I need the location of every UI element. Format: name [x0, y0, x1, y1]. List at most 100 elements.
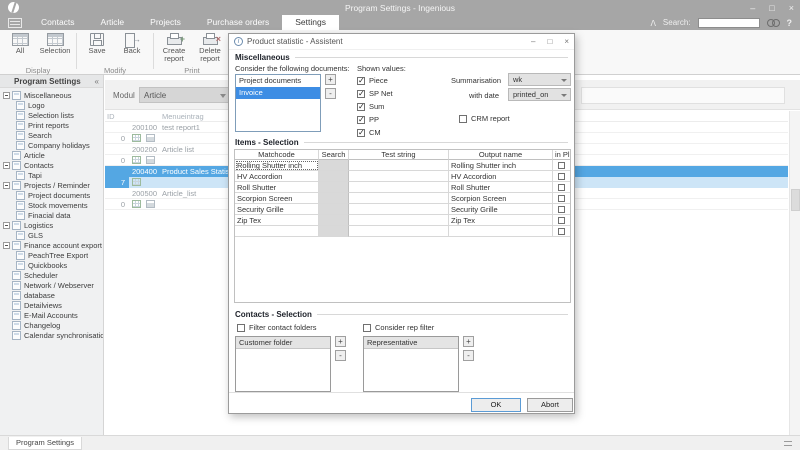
dialog-minimize-icon[interactable]: – — [531, 37, 535, 46]
sidebar-item-network-webserver[interactable]: Network / Webserver — [0, 280, 103, 290]
checkbox-piece[interactable]: Piece — [357, 76, 388, 85]
all-button[interactable]: All — [3, 31, 37, 55]
checkbox-icon[interactable] — [558, 173, 565, 180]
add-representative-button[interactable]: + — [463, 336, 474, 347]
in-pl-cell[interactable] — [553, 160, 570, 171]
search-cell-button[interactable] — [319, 226, 349, 237]
sidebar-item-project-documents[interactable]: Project documents — [0, 190, 103, 200]
abort-button[interactable]: Abort — [527, 398, 573, 412]
sidebar-item-changelog[interactable]: Changelog — [0, 320, 103, 330]
save-button[interactable]: Save — [80, 31, 114, 55]
maximize-icon[interactable]: □ — [769, 3, 774, 13]
sidebar-item-detailviews[interactable]: Detailviews — [0, 300, 103, 310]
sidebar-item-article[interactable]: Article — [0, 150, 103, 160]
checkbox-icon[interactable] — [558, 217, 565, 224]
checkbox-icon[interactable] — [558, 206, 565, 213]
sidebar-item-calendar-synchronisation[interactable]: Calendar synchronisation — [0, 330, 103, 340]
tab-projects[interactable]: Projects — [137, 15, 194, 30]
find-icon[interactable] — [767, 19, 780, 27]
collapse-node-icon[interactable] — [3, 182, 10, 189]
sidebar-item-database[interactable]: database — [0, 290, 103, 300]
sidebar-item-logistics[interactable]: Logistics — [0, 220, 103, 230]
search-cell-button[interactable] — [319, 204, 349, 215]
output-name-cell[interactable]: Rolling Shutter inch — [449, 160, 553, 171]
checkbox-icon[interactable] — [357, 77, 365, 85]
sidebar-item-finance-account-export[interactable]: Finance account export — [0, 240, 103, 250]
add-customer-folder-button[interactable]: + — [335, 336, 346, 347]
in-pl-cell[interactable] — [553, 226, 570, 237]
sidebar-item-projects-reminder[interactable]: Projects / Reminder — [0, 180, 103, 190]
remove-document-button[interactable]: - — [325, 88, 336, 99]
in-pl-cell[interactable] — [553, 171, 570, 182]
checkbox-icon[interactable] — [357, 129, 365, 137]
search-cell-button[interactable] — [319, 171, 349, 182]
customer-folder-listbox[interactable]: Customer folder — [235, 336, 331, 392]
in-pl-cell[interactable] — [553, 215, 570, 226]
search-cell-button[interactable] — [319, 182, 349, 193]
with-date-dropdown[interactable]: printed_on — [508, 88, 571, 101]
statusbar-tab-program-settings[interactable]: Program Settings — [8, 437, 82, 450]
collapse-node-icon[interactable] — [3, 242, 10, 249]
list-item-selected[interactable]: Invoice — [236, 87, 320, 99]
test-string-cell[interactable] — [349, 182, 449, 193]
output-name-cell[interactable]: HV Accordion — [449, 171, 553, 182]
output-name-cell[interactable] — [449, 226, 553, 237]
in-pl-cell[interactable] — [553, 193, 570, 204]
documents-listbox[interactable]: Project documents Invoice — [235, 74, 321, 132]
search-input[interactable] — [698, 18, 760, 28]
dialog-maximize-icon[interactable]: □ — [547, 37, 552, 46]
checkbox-cm[interactable]: CM — [357, 128, 381, 137]
sidebar-item-stock-movements[interactable]: Stock movements — [0, 200, 103, 210]
sidebar-collapse-icon[interactable]: « — [95, 77, 99, 86]
sidebar-item-quickbooks[interactable]: Quickbooks — [0, 260, 103, 270]
selection-button[interactable]: Selection — [38, 31, 72, 55]
output-name-cell[interactable]: Security Grille — [449, 204, 553, 215]
matchcode-cell[interactable]: Roll Shutter — [235, 182, 319, 193]
checkbox-icon[interactable] — [558, 228, 565, 235]
vertical-scrollbar[interactable] — [789, 111, 800, 435]
output-name-cell[interactable]: Roll Shutter — [449, 182, 553, 193]
checkbox-icon[interactable] — [357, 90, 365, 98]
test-string-cell[interactable] — [349, 193, 449, 204]
checkbox-icon[interactable] — [558, 195, 565, 202]
output-name-cell[interactable]: Zip Tex — [449, 215, 553, 226]
matchcode-cell[interactable]: Security Grille — [235, 204, 319, 215]
report-print-icon[interactable] — [146, 200, 155, 208]
report-view-icon[interactable] — [132, 200, 141, 208]
matchcode-cell-empty[interactable] — [235, 226, 319, 237]
report-view-icon[interactable] — [132, 134, 141, 142]
test-string-cell[interactable] — [349, 160, 449, 171]
test-string-cell[interactable] — [349, 204, 449, 215]
representative-listbox[interactable]: Representative — [363, 336, 459, 392]
sidebar-item-tapi[interactable]: Tapi — [0, 170, 103, 180]
test-string-cell[interactable] — [349, 171, 449, 182]
matchcode-cell[interactable]: Rolling Shutter inch — [235, 160, 319, 171]
tab-contacts[interactable]: Contacts — [28, 15, 88, 30]
checkbox-pp[interactable]: PP — [357, 115, 379, 124]
sidebar-item-contacts[interactable]: Contacts — [0, 160, 103, 170]
report-view-icon[interactable] — [132, 156, 141, 164]
checkbox-icon[interactable] — [459, 115, 467, 123]
checkbox-icon[interactable] — [237, 324, 245, 332]
matchcode-cell[interactable]: Zip Tex — [235, 215, 319, 226]
tab-article[interactable]: Article — [88, 15, 138, 30]
app-menu-icon[interactable] — [8, 18, 22, 28]
output-name-cell[interactable]: Scorpion Screen — [449, 193, 553, 204]
dialog-close-icon[interactable]: × — [564, 37, 569, 46]
ok-button[interactable]: OK — [471, 398, 521, 412]
sidebar-item-search[interactable]: Search — [0, 130, 103, 140]
sidebar-item-email-accounts[interactable]: E-Mail Accounts — [0, 310, 103, 320]
search-cell-button[interactable] — [319, 215, 349, 226]
remove-representative-button[interactable]: - — [463, 350, 474, 361]
sidebar-item-miscellaneous[interactable]: Miscellaneous — [0, 90, 103, 100]
minimize-icon[interactable]: – — [750, 3, 755, 13]
tab-settings[interactable]: Settings — [282, 15, 339, 30]
checkbox-filter-contact-folders[interactable]: Filter contact folders — [237, 323, 317, 332]
collapse-ribbon-icon[interactable]: ᐱ — [650, 19, 655, 28]
checkbox-sum[interactable]: Sum — [357, 102, 384, 111]
list-item[interactable]: Project documents — [236, 75, 320, 87]
checkbox-icon[interactable] — [558, 184, 565, 191]
sidebar-item-logo[interactable]: Logo — [0, 100, 103, 110]
checkbox-crm-report[interactable]: CRM report — [459, 114, 510, 123]
sidebar-item-gls[interactable]: GLS — [0, 230, 103, 240]
